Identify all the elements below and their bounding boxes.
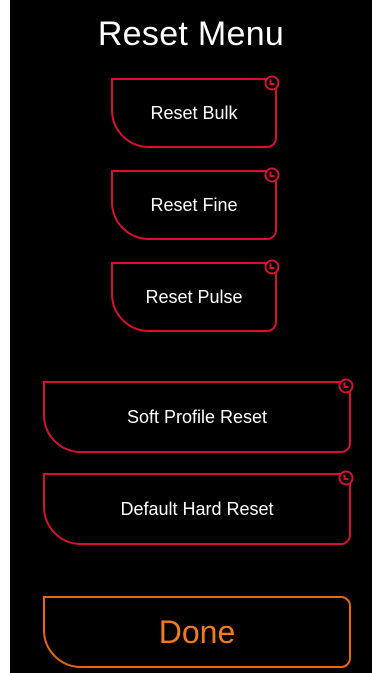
clock-icon: [338, 378, 354, 394]
reset-fine-label: Reset Fine: [150, 194, 238, 215]
reset-bulk-label: Reset Bulk: [150, 102, 238, 123]
soft-profile-reset-label: Soft Profile Reset: [126, 406, 268, 427]
clock-icon: [264, 167, 280, 183]
reset-fine-button[interactable]: Reset Fine: [111, 167, 280, 240]
reset-pulse-label: Reset Pulse: [145, 286, 243, 307]
reset-menu-screen: Reset Menu Reset Bulk Reset Fine Reset P…: [10, 0, 372, 673]
default-hard-reset-button[interactable]: Default Hard Reset: [43, 470, 354, 545]
reset-bulk-button[interactable]: Reset Bulk: [111, 75, 280, 148]
clock-icon: [338, 470, 354, 486]
default-hard-reset-label: Default Hard Reset: [120, 498, 274, 519]
clock-icon: [264, 75, 280, 91]
soft-profile-reset-button[interactable]: Soft Profile Reset: [43, 378, 354, 453]
clock-icon: [264, 259, 280, 275]
done-label: Done: [158, 613, 236, 650]
page-title: Reset Menu: [97, 15, 285, 53]
done-button[interactable]: Done: [43, 596, 351, 668]
reset-pulse-button[interactable]: Reset Pulse: [111, 259, 280, 332]
